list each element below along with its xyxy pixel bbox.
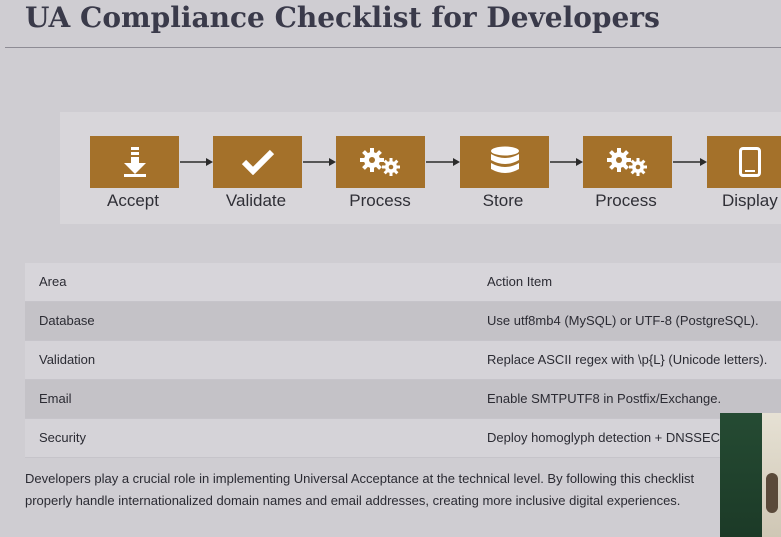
table-row: Database Use utf8mb4 (MySQL) or UTF-8 (P…: [25, 302, 781, 341]
table-row: Security Deploy homoglyph detection + DN…: [25, 419, 781, 458]
table-row: Email Enable SMTPUTF8 in Postfix/Exchang…: [25, 380, 781, 419]
flow-arrow: [303, 156, 336, 168]
database-icon: [490, 146, 519, 173]
flow-step-label: Display: [722, 191, 778, 210]
flow-arrow: [180, 156, 213, 168]
flow-step-display: [707, 136, 781, 188]
column-header-action-item: Action Item: [487, 274, 553, 289]
flow-step-label: Process: [349, 191, 411, 210]
table-cell-action: Deploy homoglyph detection + DNSSEC: [487, 430, 721, 445]
table-row: Validation Replace ASCII regex with \p{L…: [25, 341, 781, 380]
summary-line-1: Developers play a crucial role in implem…: [25, 471, 695, 486]
flow-step-label: Store: [482, 191, 524, 210]
page-title: UA Compliance Checklist for Developers: [25, 1, 660, 34]
flow-step-validate: [213, 136, 302, 188]
flow-step-label: Validate: [225, 191, 287, 210]
table-cell-area: Security: [39, 430, 86, 445]
flow-step-accept: [90, 136, 179, 188]
table-cell-area: Database: [39, 313, 95, 328]
table-cell-action: Replace ASCII regex with \p{L} (Unicode …: [487, 352, 768, 367]
table-header-row: Area Action Item: [25, 263, 781, 302]
flow-arrow: [673, 156, 707, 168]
title-divider: [5, 47, 781, 48]
webcam-person: [766, 473, 778, 513]
tablet-icon: [739, 147, 761, 177]
gears-icon: [606, 148, 647, 176]
checkmark-icon: [241, 149, 274, 175]
table-cell-area: Validation: [39, 352, 96, 367]
flow-step-process: [336, 136, 425, 188]
summary-line-2: properly handle internationalized domain…: [25, 493, 681, 508]
flow-arrow: [550, 156, 583, 168]
webcam-overlay: [720, 413, 781, 537]
webcam-background: [720, 413, 762, 537]
table-cell-action: Enable SMTPUTF8 in Postfix/Exchange.: [487, 391, 722, 406]
flow-step-label: Process: [595, 191, 657, 210]
flow-step-label: Accept: [107, 191, 159, 210]
flow-arrow: [426, 156, 460, 168]
flow-step-store: [460, 136, 549, 188]
checklist-table: Area Action Item Database Use utf8mb4 (M…: [25, 263, 781, 458]
table-cell-area: Email: [39, 391, 72, 406]
column-header-area: Area: [39, 274, 67, 289]
flow-step-process-2: [583, 136, 672, 188]
summary-paragraph: Developers play a crucial role in implem…: [25, 468, 781, 512]
download-arrow-icon: [123, 147, 146, 177]
gears-icon: [359, 148, 400, 176]
table-cell-action: Use utf8mb4 (MySQL) or UTF-8 (PostgreSQL…: [487, 313, 759, 328]
